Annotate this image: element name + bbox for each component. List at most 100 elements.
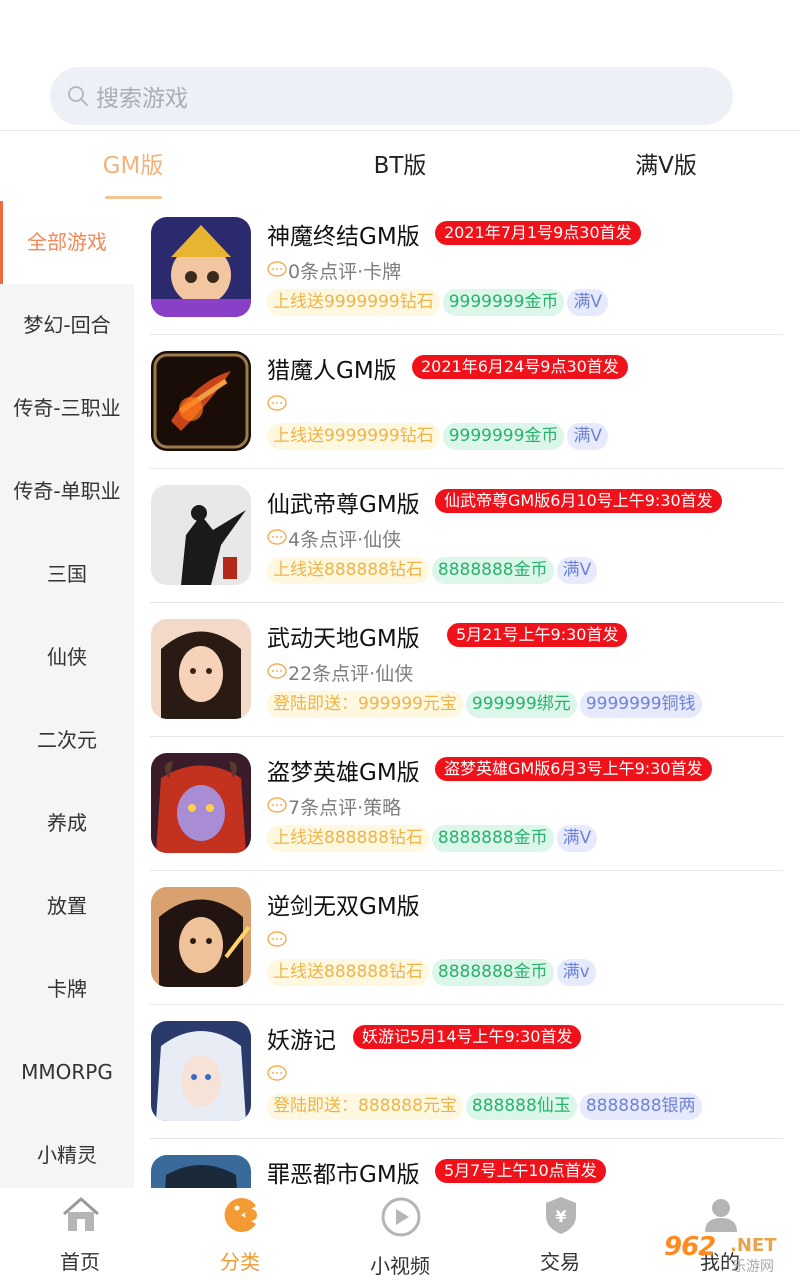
search-icon xyxy=(68,86,88,106)
game-icon-image xyxy=(151,351,251,451)
release-badge: 仙武帝尊GM版6月10号上午9:30首发 xyxy=(435,489,722,513)
game-meta xyxy=(267,927,288,953)
game-meta xyxy=(267,1061,288,1087)
sidebar-item-anime[interactable]: 二次元 xyxy=(0,699,134,782)
game-tags: 上线送888888钻石 8888888金币 满V xyxy=(267,825,598,852)
nav-home[interactable]: 首页 xyxy=(20,1188,140,1280)
game-title: 武动天地GM版 xyxy=(267,626,420,652)
tag-gold: 999999绑元 xyxy=(465,691,577,718)
game-item[interactable]: 妖游记 妖游记5月14号上午9:30首发 登陆即送：888888元宝 88888… xyxy=(150,1005,783,1139)
tag-bonus: 上线送888888钻石 xyxy=(267,825,429,852)
tag-bonus: 登陆即送：999999元宝 xyxy=(267,691,463,718)
sidebar-active-indicator xyxy=(0,201,3,284)
search-placeholder: 搜索游戏 xyxy=(96,86,188,112)
tag-gold: 8888888金币 xyxy=(431,557,554,584)
release-badge: 盗梦英雄GM版6月3号上午9:30首发 xyxy=(435,757,712,781)
game-tags: 上线送888888钻石 8888888金币 满v xyxy=(267,959,596,986)
game-item[interactable]: 神魔终结GM版 2021年7月1号9点30首发 0条点评·卡牌 上线送99999… xyxy=(150,201,783,335)
game-meta-text: 7条点评·策略 xyxy=(288,796,402,819)
top-tabs: GM版 BT版 满V版 xyxy=(0,131,800,201)
tag-gold: 888888仙玉 xyxy=(465,1093,577,1120)
tag-gold: 9999999金币 xyxy=(442,289,565,316)
game-title: 盗梦英雄GM版 xyxy=(267,760,420,786)
game-icon-image xyxy=(151,1021,251,1121)
tag-vip: 满V xyxy=(556,825,598,852)
tag-bonus: 上线送888888钻石 xyxy=(267,959,429,986)
tag-vip: 9999999铜钱 xyxy=(579,691,702,718)
comment-icon xyxy=(267,261,287,277)
game-meta: 0条点评·卡牌 xyxy=(267,257,401,283)
game-icon-image xyxy=(151,217,251,317)
tag-bonus: 登陆即送：888888元宝 xyxy=(267,1093,463,1120)
video-icon xyxy=(381,1197,421,1237)
sidebar-item-all[interactable]: 全部游戏 xyxy=(0,201,134,284)
game-tags: 登陆即送：888888元宝 888888仙玉 8888888银两 xyxy=(267,1093,702,1120)
tab-full-v[interactable]: 满V版 xyxy=(596,131,736,201)
watermark-sub: 乐游网 xyxy=(732,1259,774,1275)
game-title: 逆剑无双GM版 xyxy=(267,894,420,920)
game-meta: 7条点评·策略 xyxy=(267,793,401,819)
game-icon-image xyxy=(151,485,251,585)
sidebar-item-xianxia[interactable]: 仙侠 xyxy=(0,616,134,699)
release-badge: 5月21号上午9:30首发 xyxy=(447,623,628,647)
comment-icon xyxy=(267,529,287,545)
game-tags: 上线送9999999钻石 9999999金币 满V xyxy=(267,423,609,450)
tab-bt[interactable]: BT版 xyxy=(330,131,470,201)
sidebar-item-chuanqi-1[interactable]: 传奇-单职业 xyxy=(0,450,134,533)
game-tags: 上线送9999999钻石 9999999金币 满V xyxy=(267,289,609,316)
game-tags: 上线送888888钻石 8888888金币 满V xyxy=(267,557,598,584)
tag-vip: 满V xyxy=(567,289,609,316)
sidebar-item-mmorpg[interactable]: MMORPG xyxy=(0,1031,134,1114)
game-item[interactable]: 仙武帝尊GM版 仙武帝尊GM版6月10号上午9:30首发 4条点评·仙侠 上线送… xyxy=(150,469,783,603)
tag-gold: 8888888金币 xyxy=(431,959,554,986)
nav-video[interactable]: 小视频 xyxy=(340,1188,460,1280)
comment-icon xyxy=(267,931,287,947)
game-item[interactable]: 逆剑无双GM版 上线送888888钻石 8888888金币 满v xyxy=(150,871,783,1005)
nav-category[interactable]: 分类 xyxy=(180,1188,300,1280)
tab-gm[interactable]: GM版 xyxy=(63,131,203,201)
nav-label: 小视频 xyxy=(370,1254,430,1278)
profile-icon xyxy=(705,1199,737,1232)
game-meta-text: 22条点评·仙侠 xyxy=(288,662,414,685)
tag-gold: 9999999金币 xyxy=(442,423,565,450)
game-item[interactable]: 盗梦英雄GM版 盗梦英雄GM版6月3号上午9:30首发 7条点评·策略 上线送8… xyxy=(150,737,783,871)
sidebar-item-card[interactable]: 卡牌 xyxy=(0,948,134,1031)
nav-trade[interactable]: ¥ 交易 xyxy=(500,1188,620,1280)
tag-vip: 满V xyxy=(556,557,598,584)
game-icon-image xyxy=(151,619,251,719)
sidebar-item-pet[interactable]: 小精灵 xyxy=(0,1114,134,1197)
sidebar-item-sanguo[interactable]: 三国 xyxy=(0,533,134,616)
sidebar-item-menghuan[interactable]: 梦幻-回合 xyxy=(0,284,134,367)
watermark-brand: 962 xyxy=(664,1232,716,1262)
game-item[interactable]: 罪恶都市GM版 5月7号上午10点首发 xyxy=(150,1139,783,1188)
tag-vip: 满v xyxy=(556,959,596,986)
comment-icon xyxy=(267,797,287,813)
tag-vip: 8888888银两 xyxy=(579,1093,702,1120)
game-icon-image xyxy=(151,753,251,853)
nav-label: 首页 xyxy=(60,1250,100,1274)
search-bar[interactable]: 搜索游戏 xyxy=(50,67,733,125)
category-sidebar: 全部游戏 梦幻-回合 传奇-三职业 传奇-单职业 三国 仙侠 二次元 养成 放置… xyxy=(0,201,134,1188)
release-badge: 2021年6月24号9点30首发 xyxy=(412,355,628,379)
comment-icon xyxy=(267,395,287,411)
trade-icon: ¥ xyxy=(546,1197,576,1234)
release-badge: 2021年7月1号9点30首发 xyxy=(435,221,641,245)
game-title: 神魔终结GM版 xyxy=(267,224,420,250)
release-badge: 妖游记5月14号上午9:30首发 xyxy=(353,1025,582,1049)
game-tags: 登陆即送：999999元宝 999999绑元 9999999铜钱 xyxy=(267,691,702,718)
game-icon-image xyxy=(151,1155,251,1188)
game-title: 仙武帝尊GM版 xyxy=(267,492,420,518)
site-watermark: 962 .NET 乐游网 xyxy=(660,1232,795,1275)
game-item[interactable]: 武动天地GM版 5月21号上午9:30首发 22条点评·仙侠 登陆即送：9999… xyxy=(150,603,783,737)
game-icon-image xyxy=(151,887,251,987)
sidebar-item-yangcheng[interactable]: 养成 xyxy=(0,782,134,865)
sidebar-item-idle[interactable]: 放置 xyxy=(0,865,134,948)
game-item[interactable]: 猎魔人GM版 2021年6月24号9点30首发 上线送9999999钻石 999… xyxy=(150,335,783,469)
sidebar-item-chuanqi-3[interactable]: 传奇-三职业 xyxy=(0,367,134,450)
tag-bonus: 上线送888888钻石 xyxy=(267,557,429,584)
tag-bonus: 上线送9999999钻石 xyxy=(267,289,440,316)
watermark-net: .NET xyxy=(730,1235,777,1256)
game-meta: 4条点评·仙侠 xyxy=(267,525,401,551)
game-meta-text: 4条点评·仙侠 xyxy=(288,528,402,551)
home-icon xyxy=(63,1197,99,1231)
